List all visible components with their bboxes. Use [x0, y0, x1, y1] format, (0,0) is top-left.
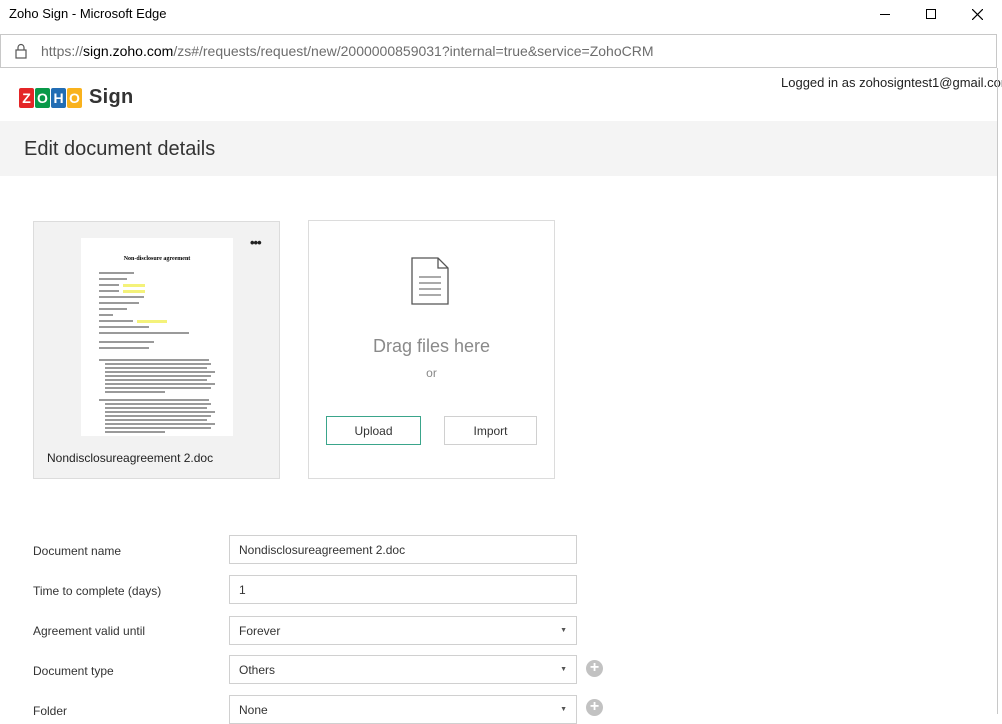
document-thumbnail: Non-disclosure agreement	[81, 238, 233, 436]
document-icon	[411, 257, 449, 305]
document-card[interactable]: Non-disclosure agreement ••• Nondisclosu…	[33, 221, 280, 479]
zoho-sign-logo[interactable]: Z O H O Sign	[19, 86, 134, 109]
minimize-button[interactable]	[862, 0, 908, 28]
valid-until-label: Agreement valid until	[33, 624, 146, 638]
document-name-value: Nondisclosureagreement 2.doc	[239, 542, 406, 557]
address-bar[interactable]: https://sign.zoho.com/zs#/requests/reque…	[0, 34, 997, 68]
url-host: sign.zoho.com	[83, 43, 174, 59]
document-type-label: Document type	[33, 664, 114, 678]
time-to-complete-label: Time to complete (days)	[33, 584, 162, 598]
valid-until-value: Forever	[239, 623, 281, 638]
import-button[interactable]: Import	[444, 416, 537, 445]
logo-letter-z: Z	[19, 87, 34, 108]
time-to-complete-input[interactable]: 1	[229, 575, 577, 604]
folder-value: None	[239, 702, 268, 717]
close-icon	[971, 8, 983, 20]
document-type-value: Others	[239, 662, 276, 677]
minimize-icon	[880, 13, 890, 15]
document-name-label: Document name	[33, 544, 122, 558]
upload-button[interactable]: Upload	[326, 416, 421, 445]
folder-select[interactable]: None ▼	[229, 695, 577, 724]
file-drop-zone[interactable]: Drag files here or Upload Import	[308, 220, 555, 479]
app-header: Z O H O Sign Logged in as zohosigntest1@…	[0, 74, 1002, 121]
zoho-logo-blocks: Z O H O	[19, 87, 83, 108]
more-options-icon[interactable]: •••	[250, 235, 262, 250]
add-document-type-icon[interactable]: +	[586, 660, 603, 677]
document-card-footer: Nondisclosureagreement 2.doc	[34, 436, 279, 478]
lock-icon	[15, 43, 27, 59]
drag-files-text: Drag files here	[372, 336, 491, 356]
logged-in-text: Logged in as zohosigntest1@gmail.com	[781, 75, 1002, 90]
url-path: /zs#/requests/request/new/2000000859031?…	[173, 43, 654, 59]
valid-until-select[interactable]: Forever ▼	[229, 616, 577, 645]
chevron-down-icon: ▼	[560, 666, 567, 673]
page-title-band: Edit document details	[0, 121, 997, 176]
close-button[interactable]	[954, 0, 1000, 28]
add-folder-icon[interactable]: +	[586, 699, 603, 716]
document-name-input[interactable]: Nondisclosureagreement 2.doc	[229, 535, 577, 564]
page-title: Edit document details	[24, 138, 216, 160]
logo-letter-o2: O	[67, 87, 82, 108]
maximize-icon	[926, 9, 936, 19]
window-title: Zoho Sign - Microsoft Edge	[9, 6, 167, 21]
time-to-complete-value: 1	[239, 582, 246, 597]
logo-letter-o1: O	[35, 87, 50, 108]
chevron-down-icon: ▼	[560, 706, 567, 713]
document-type-select[interactable]: Others ▼	[229, 655, 577, 684]
url-text: https://sign.zoho.com/zs#/requests/reque…	[41, 43, 654, 59]
thumbnail-title: Non-disclosure agreement	[123, 256, 191, 262]
or-text: or	[426, 366, 437, 380]
document-file-name: Nondisclosureagreement 2.doc	[47, 451, 214, 465]
url-prefix: https://	[41, 43, 84, 59]
logo-letter-h: H	[51, 87, 66, 108]
folder-label: Folder	[33, 704, 68, 718]
page-right-border	[997, 68, 998, 714]
maximize-button[interactable]	[908, 0, 954, 28]
chevron-down-icon: ▼	[560, 627, 567, 634]
window-title-bar: Zoho Sign - Microsoft Edge	[0, 0, 1002, 28]
product-name: Sign	[89, 86, 134, 108]
